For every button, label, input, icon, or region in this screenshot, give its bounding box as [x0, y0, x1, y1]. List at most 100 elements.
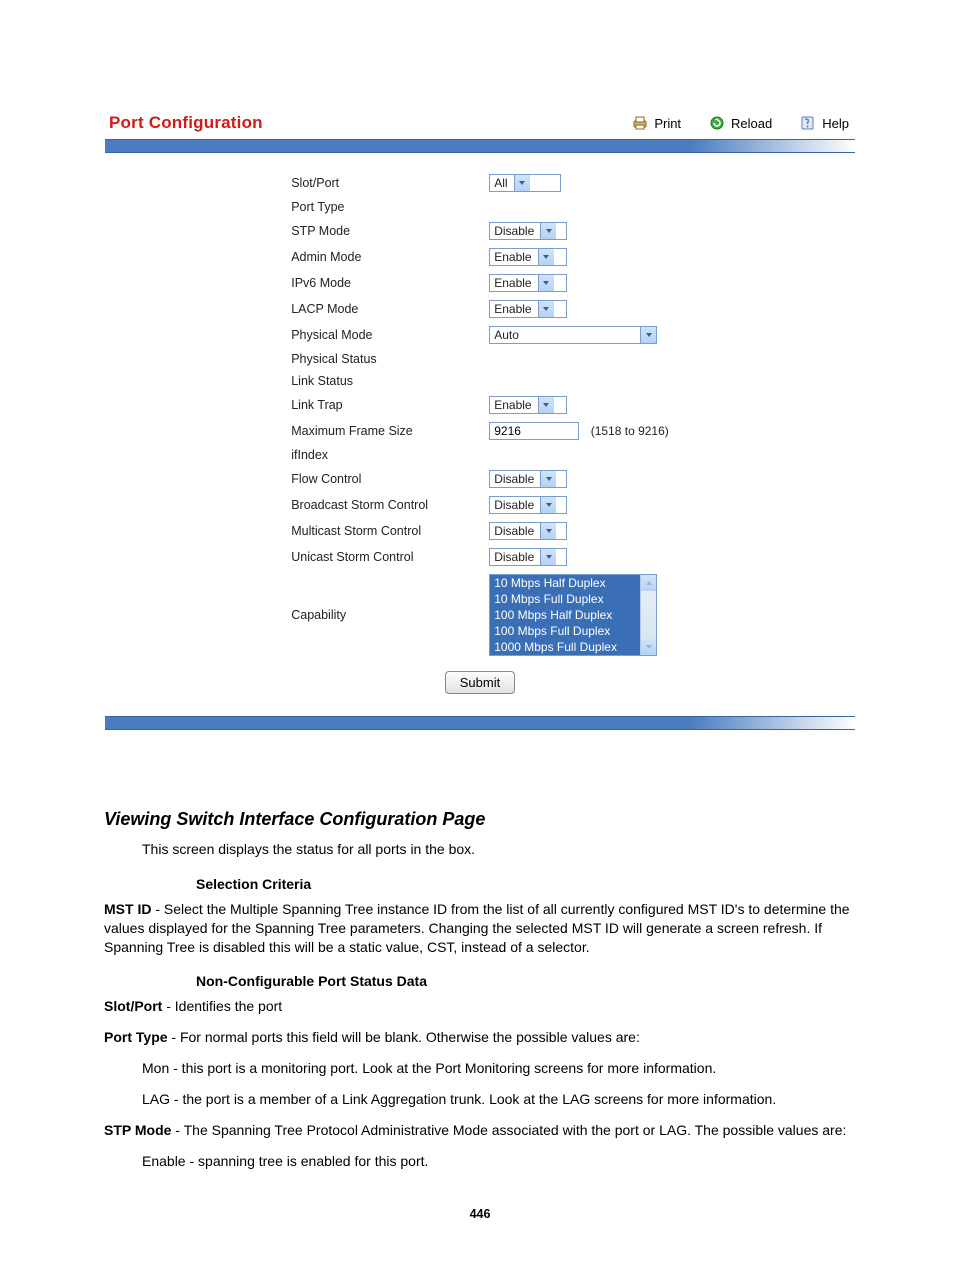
ipv6-mode-value: Enable: [494, 276, 537, 290]
port-type-bold: Port Type: [104, 1029, 168, 1045]
flow-control-select[interactable]: Disable: [489, 470, 567, 488]
stp-mode-para: STP Mode - The Spanning Tree Protocol Ad…: [104, 1121, 856, 1140]
label-stp-mode: STP Mode: [283, 219, 479, 243]
listbox-scrollbar[interactable]: [640, 575, 656, 655]
list-item[interactable]: 100 Mbps Full Duplex: [490, 623, 640, 639]
panel-header: Port Configuration Print Reload Help: [105, 109, 855, 139]
label-ucast-storm: Unicast Storm Control: [283, 545, 479, 569]
stp-mode-value: Disable: [494, 224, 540, 238]
label-admin-mode: Admin Mode: [283, 245, 479, 269]
mst-id-para: MST ID - Select the Multiple Spanning Tr…: [104, 900, 856, 957]
bcast-storm-select[interactable]: Disable: [489, 496, 567, 514]
toolbar: Print Reload Help: [632, 115, 849, 131]
doc-intro: This screen displays the status for all …: [142, 840, 856, 859]
chevron-down-icon: [540, 523, 556, 539]
label-ifindex: ifIndex: [283, 445, 479, 465]
chevron-down-icon: [540, 223, 556, 239]
label-mcast-storm: Multicast Storm Control: [283, 519, 479, 543]
mcast-storm-select[interactable]: Disable: [489, 522, 567, 540]
noncfg-heading: Non-Configurable Port Status Data: [196, 972, 856, 991]
stp-mode-select[interactable]: Disable: [489, 222, 567, 240]
lacp-mode-value: Enable: [494, 302, 537, 316]
scroll-down-icon[interactable]: [641, 639, 656, 655]
port-type-lag: LAG - the port is a member of a Link Agg…: [142, 1090, 856, 1109]
ucast-storm-value: Disable: [494, 550, 540, 564]
chevron-down-icon: [538, 275, 554, 291]
reload-button[interactable]: Reload: [709, 115, 772, 131]
ipv6-mode-select[interactable]: Enable: [489, 274, 567, 292]
doc-section: Viewing Switch Interface Configuration P…: [104, 731, 856, 1171]
chevron-down-icon: [640, 327, 656, 343]
link-trap-select[interactable]: Enable: [489, 396, 567, 414]
label-port-type: Port Type: [283, 197, 479, 217]
print-label: Print: [654, 116, 681, 131]
link-trap-value: Enable: [494, 398, 537, 412]
submit-button[interactable]: Submit: [445, 671, 515, 694]
list-item[interactable]: 1000 Mbps Full Duplex: [490, 639, 640, 655]
label-bcast-storm: Broadcast Storm Control: [283, 493, 479, 517]
page-title: Port Configuration: [109, 113, 263, 133]
label-ipv6-mode: IPv6 Mode: [283, 271, 479, 295]
top-divider-bar: [105, 139, 855, 153]
ucast-storm-select[interactable]: Disable: [489, 548, 567, 566]
admin-mode-select[interactable]: Enable: [489, 248, 567, 266]
port-type-mon: Mon - this port is a monitoring port. Lo…: [142, 1059, 856, 1078]
label-flow-control: Flow Control: [283, 467, 479, 491]
admin-mode-value: Enable: [494, 250, 537, 264]
stp-mode-bold: STP Mode: [104, 1122, 171, 1138]
slot-port-rest: - Identifies the port: [162, 998, 282, 1014]
label-slot-port: Slot/Port: [283, 171, 479, 195]
slot-port-value: All: [494, 176, 513, 190]
print-button[interactable]: Print: [632, 115, 681, 131]
chevron-down-icon: [538, 249, 554, 265]
list-item[interactable]: 10 Mbps Half Duplex: [490, 575, 640, 591]
doc-heading: Viewing Switch Interface Configuration P…: [104, 809, 856, 830]
label-physical-status: Physical Status: [283, 349, 479, 369]
label-link-status: Link Status: [283, 371, 479, 391]
label-capability: Capability: [283, 571, 479, 659]
reload-icon: [709, 115, 725, 131]
label-max-frame: Maximum Frame Size: [283, 419, 479, 443]
stp-enable: Enable - spanning tree is enabled for th…: [142, 1152, 856, 1171]
form-panel: Slot/Port All Port Type STP Mode Disable: [105, 153, 855, 716]
mcast-storm-value: Disable: [494, 524, 540, 538]
chevron-down-icon: [540, 549, 556, 565]
mst-id-rest: - Select the Multiple Spanning Tree inst…: [104, 901, 850, 955]
capability-listbox[interactable]: 10 Mbps Half Duplex 10 Mbps Full Duplex …: [489, 574, 657, 656]
physical-mode-value: Auto: [494, 328, 640, 342]
flow-control-value: Disable: [494, 472, 540, 486]
mst-id-bold: MST ID: [104, 901, 151, 917]
port-type-rest: - For normal ports this field will be bl…: [168, 1029, 640, 1045]
port-type-para: Port Type - For normal ports this field …: [104, 1028, 856, 1047]
selection-criteria-heading: Selection Criteria: [196, 875, 856, 894]
help-button[interactable]: Help: [800, 115, 849, 131]
slot-port-bold: Slot/Port: [104, 998, 162, 1014]
help-icon: [800, 115, 816, 131]
physical-mode-select[interactable]: Auto: [489, 326, 657, 344]
slot-port-para: Slot/Port - Identifies the port: [104, 997, 856, 1016]
chevron-down-icon: [514, 175, 530, 191]
chevron-down-icon: [540, 497, 556, 513]
page-number: 446: [104, 1207, 856, 1221]
help-label: Help: [822, 116, 849, 131]
label-link-trap: Link Trap: [283, 393, 479, 417]
max-frame-hint: (1518 to 9216): [583, 424, 669, 438]
max-frame-input[interactable]: [489, 422, 579, 440]
list-item[interactable]: 10 Mbps Full Duplex: [490, 591, 640, 607]
bcast-storm-value: Disable: [494, 498, 540, 512]
slot-port-select[interactable]: All: [489, 174, 561, 192]
port-config-panel: Port Configuration Print Reload Help Slo…: [104, 108, 856, 731]
stp-mode-rest: - The Spanning Tree Protocol Administrat…: [171, 1122, 846, 1138]
capability-items: 10 Mbps Half Duplex 10 Mbps Full Duplex …: [490, 575, 640, 655]
label-physical-mode: Physical Mode: [283, 323, 479, 347]
reload-label: Reload: [731, 116, 772, 131]
lacp-mode-select[interactable]: Enable: [489, 300, 567, 318]
label-lacp-mode: LACP Mode: [283, 297, 479, 321]
bottom-divider-bar: [105, 716, 855, 730]
scroll-up-icon[interactable]: [641, 575, 656, 591]
chevron-down-icon: [538, 397, 554, 413]
chevron-down-icon: [540, 471, 556, 487]
list-item[interactable]: 100 Mbps Half Duplex: [490, 607, 640, 623]
chevron-down-icon: [538, 301, 554, 317]
print-icon: [632, 115, 648, 131]
